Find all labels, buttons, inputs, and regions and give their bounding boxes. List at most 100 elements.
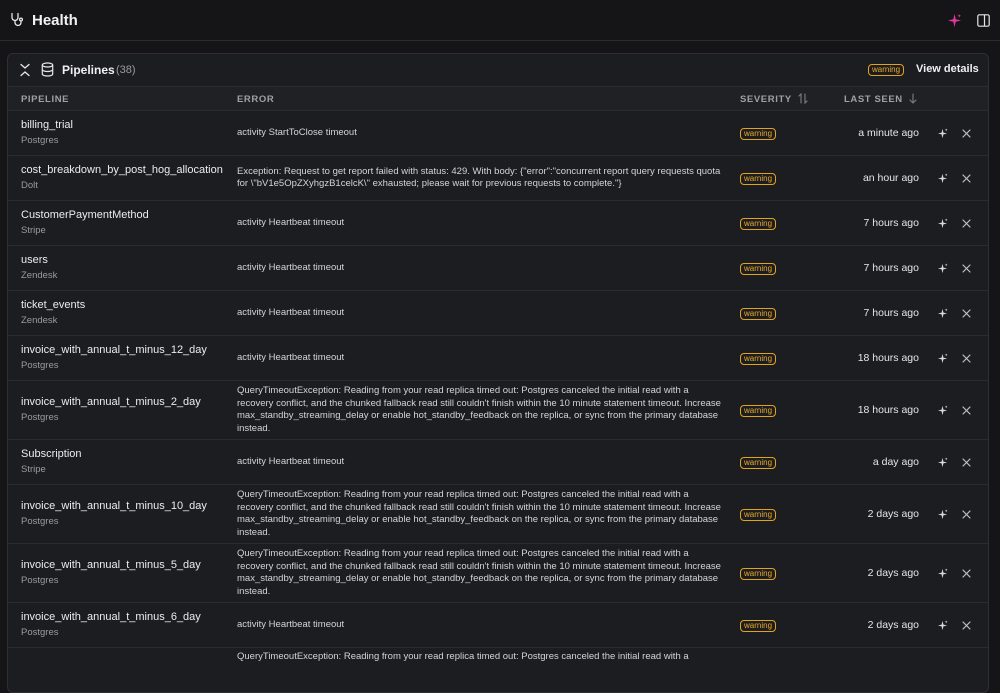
pipeline-name[interactable]: CustomerPaymentMethod [21, 209, 149, 221]
pipeline-source: Stripe [21, 224, 46, 236]
side-panel-icon[interactable] [977, 14, 990, 27]
pipeline-source: Postgres [21, 411, 59, 423]
close-icon[interactable] [962, 353, 971, 363]
close-icon[interactable] [962, 218, 971, 228]
close-icon[interactable] [962, 568, 971, 578]
column-last-seen[interactable]: LAST SEEN [844, 94, 903, 105]
card-header[interactable]: Pipelines (38) warning View details [8, 54, 988, 86]
severity-badge: warning [740, 307, 777, 320]
top-bar: Health [0, 0, 1000, 41]
close-icon[interactable] [962, 173, 971, 183]
close-icon[interactable] [962, 405, 971, 415]
table-row[interactable]: QueryTimeoutException: Reading from your… [8, 648, 988, 692]
table-row[interactable]: ticket_events Zendesk activity Heartbeat t… [8, 291, 988, 336]
pipeline-source: Postgres [21, 515, 59, 527]
table-row[interactable]: users Zendesk activity Heartbeat timeout wa… [8, 246, 988, 291]
pipeline-source: Postgres [21, 359, 59, 371]
fix-with-ai-icon[interactable] [937, 352, 948, 364]
close-icon[interactable] [962, 263, 971, 273]
error-message: QueryTimeoutException: Reading from your… [237, 384, 721, 435]
card-count: (38) [116, 64, 136, 76]
severity-badge: warning [740, 127, 777, 140]
close-icon[interactable] [962, 457, 971, 467]
fix-with-ai-icon[interactable] [937, 456, 948, 468]
fix-with-ai-icon[interactable] [937, 508, 948, 520]
last-seen: a day ago [872, 455, 919, 468]
fix-with-ai-icon[interactable] [937, 217, 948, 229]
severity-badge: warning [740, 404, 777, 417]
table-row[interactable]: cost_breakdown_by_post_hog_allocation Dol… [8, 156, 988, 201]
fix-with-ai-icon[interactable] [937, 307, 948, 319]
table-row[interactable]: invoice_with_annual_t_minus_12_day Postgr… [8, 336, 988, 381]
pipeline-name[interactable]: invoice_with_annual_t_minus_10_day [21, 500, 207, 512]
pipeline-name[interactable]: invoice_with_annual_t_minus_2_day [21, 396, 201, 408]
pipeline-source: Dolt [21, 179, 38, 191]
pipeline-source: Zendesk [21, 269, 58, 281]
column-error[interactable]: ERROR [237, 94, 274, 105]
error-message: activity Heartbeat timeout [237, 352, 345, 364]
table-row[interactable]: invoice_with_annual_t_minus_2_day Postgre… [8, 381, 988, 440]
table-header: PIPELINE ERROR SEVERITY LAST SEEN [8, 86, 988, 111]
pipeline-name[interactable]: cost_breakdown_by_post_hog_allocation [21, 164, 223, 176]
sort-down-icon[interactable] [908, 93, 918, 104]
last-seen: 2 days ago [867, 618, 919, 631]
fix-with-ai-icon[interactable] [937, 567, 948, 579]
error-message: activity Heartbeat timeout [237, 217, 345, 229]
fix-with-ai-icon[interactable] [937, 172, 948, 184]
sparkle-icon[interactable] [947, 13, 962, 28]
close-icon[interactable] [962, 128, 971, 138]
table-row[interactable]: invoice_with_annual_t_minus_10_day Postgr… [8, 485, 988, 544]
pipeline-source: Postgres [21, 626, 59, 638]
pipeline-source: Postgres [21, 574, 59, 586]
pipeline-name[interactable]: Subscription [21, 448, 82, 460]
severity-badge: warning [740, 567, 777, 580]
fix-with-ai-icon[interactable] [937, 127, 948, 139]
close-icon[interactable] [962, 509, 971, 519]
last-seen: 7 hours ago [863, 261, 919, 274]
last-seen: 18 hours ago [857, 403, 919, 416]
database-icon [41, 62, 54, 77]
fix-with-ai-icon[interactable] [937, 262, 948, 274]
error-message: QueryTimeoutException: Reading from your… [237, 651, 689, 662]
collapse-icon[interactable] [19, 63, 31, 77]
close-icon[interactable] [962, 620, 971, 630]
last-seen: 18 hours ago [857, 351, 919, 364]
close-icon[interactable] [962, 308, 971, 318]
stethoscope-icon [11, 12, 24, 27]
error-message: activity StartToClose timeout [237, 127, 357, 139]
fix-with-ai-icon[interactable] [937, 619, 948, 631]
severity-badge: warning [740, 172, 777, 185]
pipeline-name[interactable]: ticket_events [21, 299, 85, 311]
pipeline-name[interactable]: billing_trial [21, 119, 73, 131]
error-message: activity Heartbeat timeout [237, 619, 345, 631]
last-seen: 7 hours ago [863, 306, 919, 319]
severity-badge: warning [740, 456, 777, 469]
sort-both-icon[interactable] [798, 93, 808, 104]
view-details-link[interactable]: View details [916, 63, 979, 75]
page-title: Health [32, 12, 78, 29]
pipeline-name[interactable]: invoice_with_annual_t_minus_5_day [21, 559, 201, 571]
table-row[interactable]: invoice_with_annual_t_minus_5_day Postgre… [8, 544, 988, 603]
pipeline-name[interactable]: invoice_with_annual_t_minus_12_day [21, 344, 207, 356]
column-severity[interactable]: SEVERITY [740, 94, 792, 105]
pipeline-name[interactable]: users [21, 254, 48, 266]
pipeline-source: Stripe [21, 463, 46, 475]
severity-badge: warning [740, 619, 777, 632]
severity-badge: warning [740, 508, 777, 521]
error-message: QueryTimeoutException: Reading from your… [237, 547, 721, 598]
table-row[interactable]: billing_trial Postgres activity StartToClo… [8, 111, 988, 156]
error-message: activity Heartbeat timeout [237, 456, 345, 468]
pipeline-source: Postgres [21, 134, 59, 146]
table-row[interactable]: invoice_with_annual_t_minus_6_day Postgre… [8, 603, 988, 648]
severity-badge: warning [740, 217, 777, 230]
last-seen: 7 hours ago [863, 216, 919, 229]
pipeline-name[interactable]: invoice_with_annual_t_minus_6_day [21, 611, 201, 623]
severity-badge: warning [740, 352, 777, 365]
column-pipeline[interactable]: PIPELINE [21, 94, 69, 105]
fix-with-ai-icon[interactable] [937, 404, 948, 416]
last-seen: 2 days ago [867, 566, 919, 579]
severity-badge: warning [740, 262, 777, 275]
table-row[interactable]: Subscription Stripe activity Heartbeat tim… [8, 440, 988, 485]
table-row[interactable]: CustomerPaymentMethod Stripe activity Hear… [8, 201, 988, 246]
card-title: Pipelines [62, 63, 115, 77]
